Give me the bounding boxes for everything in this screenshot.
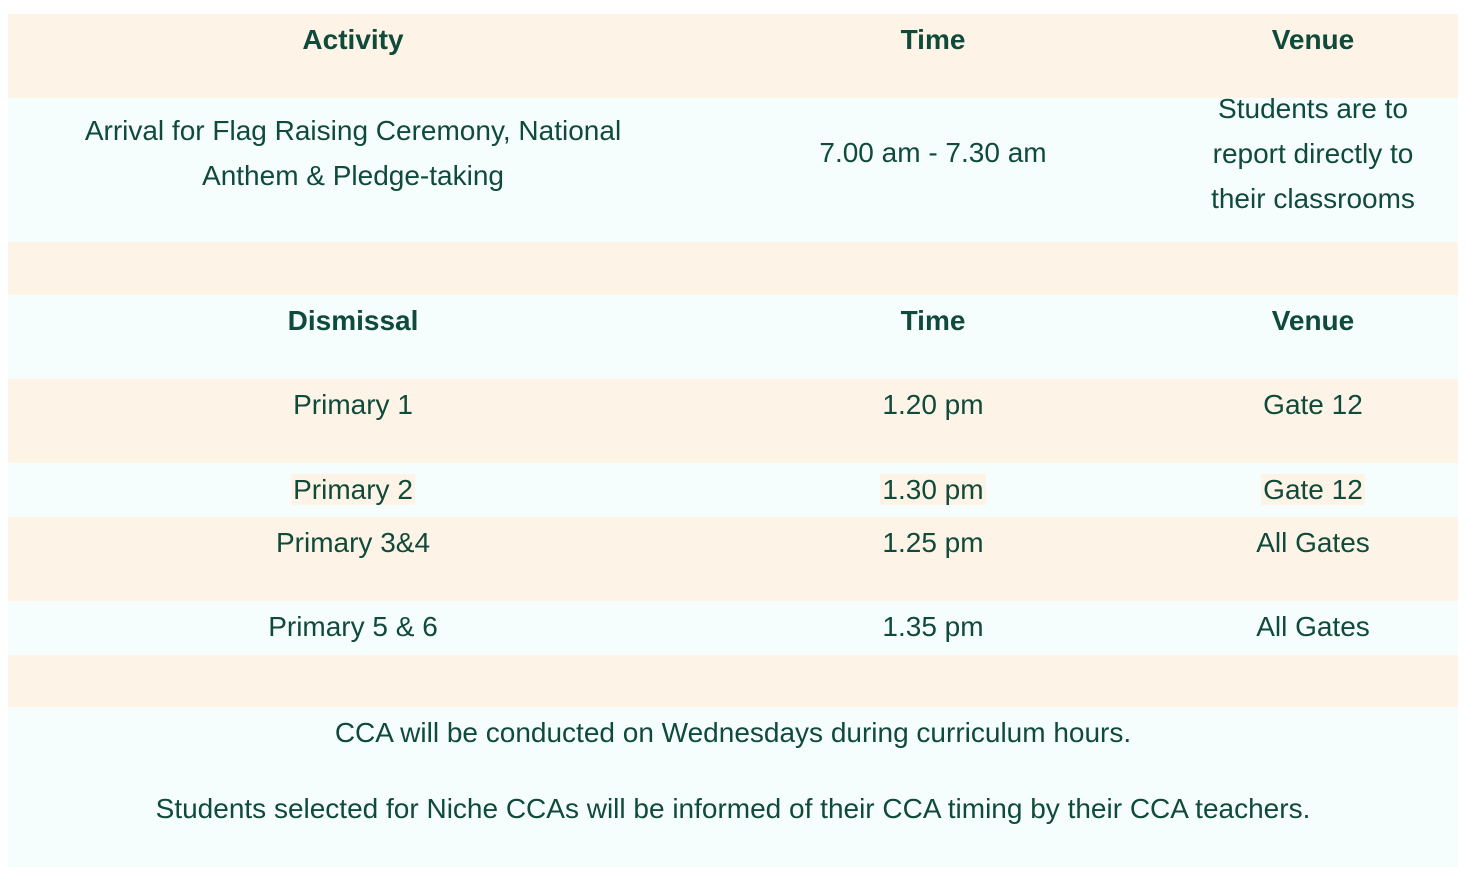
level-cell: Primary 1 <box>293 389 413 420</box>
venue-text: Gate 12 <box>1261 474 1365 505</box>
time-text: 1.30 pm <box>880 474 986 505</box>
level-cell: Primary 3&4 <box>275 527 431 558</box>
dismissal-row: Primary 5 & 6 1.35 pm All Gates <box>8 601 1458 655</box>
activity-header: Activity <box>302 24 404 55</box>
dismissal-venue-cell: Gate 12 <box>1168 467 1458 512</box>
dismissal-header: Dismissal <box>287 305 419 336</box>
dismissal-time-cell: 1.20 pm <box>882 389 984 420</box>
arrival-row: Arrival for Flag Raising Ceremony, Natio… <box>8 93 1458 242</box>
venue-header: Venue <box>1271 305 1355 336</box>
dismissal-time-cell: 1.25 pm <box>882 527 984 558</box>
arrival-time-cell: 7.00 am - 7.30 am <box>819 137 1047 168</box>
level-cell: Primary 5 & 6 <box>268 611 438 642</box>
activity-line: Anthem & Pledge-taking <box>202 160 504 191</box>
dismissal-venue-cell: All Gates <box>1256 527 1370 558</box>
dismissal-row: Primary 1 1.20 pm Gate 12 <box>8 379 1458 463</box>
level-cell: Primary 2 <box>8 467 698 512</box>
venue-header: Venue <box>1271 24 1355 55</box>
venue-line: Students are to <box>1218 93 1408 124</box>
dismissal-time-cell: 1.30 pm <box>698 467 1168 512</box>
time-header: Time <box>900 24 966 55</box>
spacer-row <box>8 655 1458 707</box>
schedule-table: Activity Time Venue Arrival for Flag Rai… <box>8 14 1458 867</box>
arrival-venue-cell: Students are to report directly to their… <box>1168 86 1458 221</box>
cca-notes: CCA will be conducted on Wednesdays duri… <box>8 707 1458 867</box>
dismissal-time-cell: 1.35 pm <box>882 611 984 642</box>
venue-line: their classrooms <box>1211 183 1415 214</box>
spacer-row <box>8 242 1458 295</box>
dismissal-row: Primary 2 1.30 pm Gate 12 <box>8 463 1458 517</box>
venue-line: report directly to <box>1212 138 1414 169</box>
dismissal-venue-cell: All Gates <box>1256 611 1370 642</box>
dismissal-header-row: Dismissal Time Venue <box>8 295 1458 379</box>
cca-note-line: Students selected for Niche CCAs will be… <box>155 793 1311 824</box>
activity-cell: Arrival for Flag Raising Ceremony, Natio… <box>8 108 698 198</box>
cca-note-line: CCA will be conducted on Wednesdays duri… <box>334 717 1132 748</box>
activity-line: Arrival for Flag Raising Ceremony, Natio… <box>84 115 622 146</box>
dismissal-venue-cell: Gate 12 <box>1263 389 1363 420</box>
level-text: Primary 2 <box>291 474 415 505</box>
time-header: Time <box>900 305 966 336</box>
dismissal-row: Primary 3&4 1.25 pm All Gates <box>8 517 1458 601</box>
